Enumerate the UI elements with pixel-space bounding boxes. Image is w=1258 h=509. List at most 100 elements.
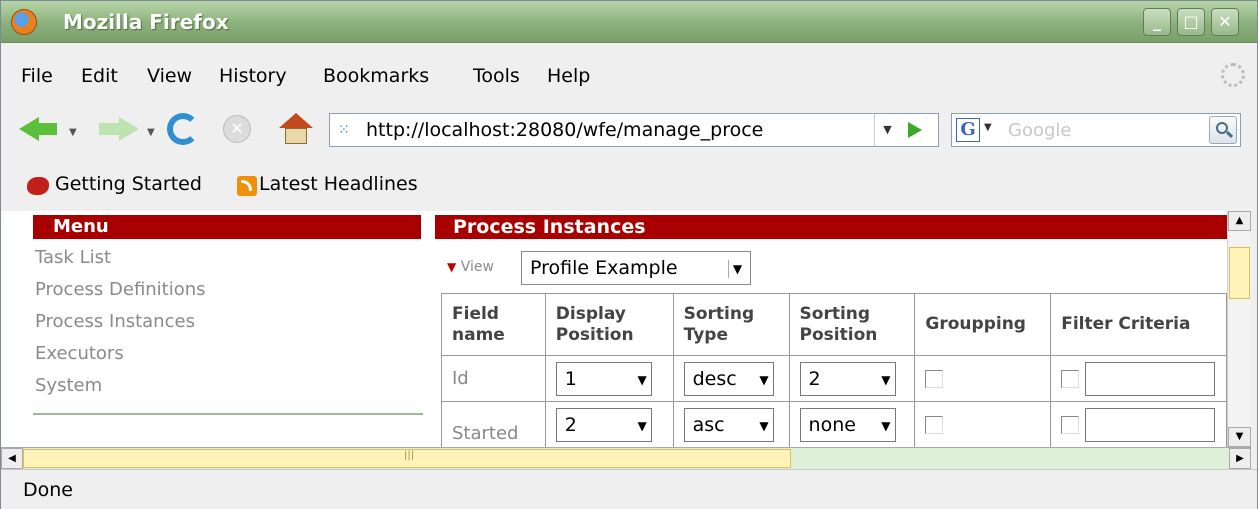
sorting-position-value[interactable]: none (809, 414, 856, 436)
maximize-button[interactable]: □ (1177, 8, 1205, 36)
sorting-type-select[interactable]: desc ▼ (683, 361, 774, 396)
sidebar-item-process-instances[interactable]: Process Instances (35, 311, 206, 343)
sorting-position-select[interactable]: none ▼ (799, 407, 896, 442)
sidebar-item-process-definitions[interactable]: Process Definitions (35, 279, 206, 311)
page-title: Process Instances (435, 215, 1227, 239)
field-name-cell: Id (441, 355, 546, 402)
menu-history[interactable]: History (219, 65, 287, 87)
chevron-down-icon[interactable]: ▼ (881, 417, 890, 435)
menu-edit[interactable]: Edit (81, 65, 118, 87)
groupping-checkbox[interactable] (925, 416, 944, 434)
display-position-value[interactable]: 1 (565, 368, 577, 390)
page-content: Menu Task List Process Definitions Proce… (1, 211, 1227, 447)
rss-feed-icon[interactable] (237, 176, 257, 196)
filter-criteria-cell (1050, 401, 1227, 447)
scroll-up-icon[interactable]: ▲ (1228, 211, 1251, 231)
horizontal-scrollbar[interactable]: ◀ ||| ▶ (1, 447, 1251, 469)
menu-help[interactable]: Help (547, 65, 590, 87)
url-bar[interactable]: ⁙ http://localhost:28080/wfe/manage_proc… (329, 113, 939, 147)
view-profile-select[interactable]: Profile Example ▼ (521, 251, 751, 285)
menu-tools[interactable]: Tools (473, 65, 520, 87)
window-title: Mozilla Firefox (63, 10, 229, 34)
search-placeholder[interactable]: Google (1008, 120, 1071, 141)
url-text[interactable]: http://localhost:28080/wfe/manage_proce (366, 119, 866, 141)
menu-bar: File Edit View History Bookmarks Tools H… (1, 43, 1257, 101)
google-engine-icon[interactable]: G (956, 118, 980, 142)
chevron-down-icon[interactable]: ▼ (881, 371, 890, 389)
groupping-cell (914, 355, 1052, 402)
back-arrow-icon[interactable] (19, 117, 39, 141)
sorting-type-select[interactable]: asc ▼ (683, 407, 774, 442)
sidebar-item-task-list[interactable]: Task List (35, 247, 206, 279)
collapse-triangle-icon[interactable]: ▼ (447, 260, 456, 274)
display-position-value[interactable]: 2 (565, 414, 577, 436)
search-icon[interactable] (1209, 116, 1237, 144)
sidebar-item-system[interactable]: System (35, 375, 206, 407)
chevron-down-icon[interactable]: ▼ (728, 260, 746, 278)
search-box[interactable]: G ▼ Google (951, 113, 1241, 147)
sorting-type-value[interactable]: desc (693, 368, 737, 390)
search-engine-dropdown-icon[interactable]: ▼ (984, 122, 992, 133)
column-header-display-position: Display Position (544, 293, 674, 356)
sorting-position-select[interactable]: 2 ▼ (799, 361, 896, 396)
stop-icon[interactable]: ✕ (223, 115, 251, 143)
minimize-button[interactable]: _ (1143, 8, 1171, 36)
sorting-type-cell: asc ▼ (672, 401, 790, 447)
filter-input[interactable] (1085, 361, 1216, 396)
forward-arrow-icon[interactable] (119, 117, 139, 141)
column-header-groupping: Groupping (914, 293, 1052, 356)
bookmark-getting-started[interactable]: Getting Started (55, 173, 202, 195)
filter-checkbox[interactable] (1061, 369, 1080, 388)
menu-bookmarks[interactable]: Bookmarks (323, 65, 429, 87)
scroll-down-icon[interactable]: ▼ (1228, 427, 1251, 447)
chevron-down-icon[interactable]: ▼ (759, 417, 768, 435)
sidebar-item-executors[interactable]: Executors (35, 343, 206, 375)
display-position-select[interactable]: 1 ▼ (555, 361, 652, 396)
sidebar-header: Menu (33, 215, 421, 239)
back-button[interactable] (37, 123, 57, 135)
vertical-scrollbar[interactable]: ▲ ▼ (1227, 211, 1251, 447)
view-profile-value[interactable]: Profile Example (530, 257, 678, 279)
table-row: Id 1 ▼ desc ▼ 2 ▼ (441, 355, 1227, 402)
forward-history-dropdown-icon[interactable]: ▼ (147, 127, 155, 138)
chevron-down-icon[interactable]: ▼ (638, 417, 647, 435)
go-icon[interactable] (908, 122, 922, 138)
title-bar: Mozilla Firefox _ □ ✕ (1, 1, 1257, 43)
forward-button[interactable] (99, 123, 119, 135)
horizontal-scroll-thumb[interactable]: ||| (23, 449, 791, 468)
home-icon[interactable] (279, 113, 313, 145)
close-button[interactable]: ✕ (1211, 8, 1239, 36)
reload-icon[interactable] (167, 113, 199, 145)
display-position-select[interactable]: 2 ▼ (555, 407, 652, 442)
display-position-cell: 2 ▼ (544, 401, 674, 447)
display-position-cell: 1 ▼ (544, 355, 674, 402)
scroll-right-icon[interactable]: ▶ (1229, 448, 1251, 469)
table-header-row: Field name Display Position Sorting Type… (441, 293, 1227, 356)
chevron-down-icon[interactable]: ▼ (759, 371, 768, 389)
status-bar: Done (1, 469, 1257, 509)
filter-criteria-cell (1050, 355, 1227, 402)
scroll-grip-icon: ||| (404, 450, 415, 461)
groupping-checkbox[interactable] (925, 370, 944, 388)
menu-file[interactable]: File (21, 65, 53, 87)
url-dropdown-icon[interactable]: ▼ (874, 114, 900, 146)
column-header-sorting-position: Sorting Position (788, 293, 916, 356)
scroll-left-icon[interactable]: ◀ (1, 448, 23, 469)
view-label[interactable]: View (461, 259, 494, 275)
column-header-sorting-type: Sorting Type (672, 293, 790, 356)
filter-checkbox[interactable] (1061, 415, 1080, 434)
sorting-type-value[interactable]: asc (693, 414, 725, 436)
browser-window: Mozilla Firefox _ □ ✕ File Edit View His… (0, 0, 1258, 509)
chevron-down-icon[interactable]: ▼ (638, 371, 647, 389)
menu-view[interactable]: View (147, 65, 192, 87)
vertical-scroll-thumb[interactable] (1229, 247, 1250, 299)
view-toggle[interactable]: ▼ View (447, 259, 494, 275)
back-history-dropdown-icon[interactable]: ▼ (69, 127, 77, 138)
getting-started-icon[interactable] (27, 177, 49, 195)
filter-input[interactable] (1085, 407, 1216, 442)
sorting-position-value[interactable]: 2 (809, 368, 821, 390)
home-roof (279, 113, 313, 128)
sorting-position-cell: 2 ▼ (788, 355, 916, 402)
groupping-cell (914, 401, 1052, 447)
bookmark-latest-headlines[interactable]: Latest Headlines (259, 173, 418, 195)
